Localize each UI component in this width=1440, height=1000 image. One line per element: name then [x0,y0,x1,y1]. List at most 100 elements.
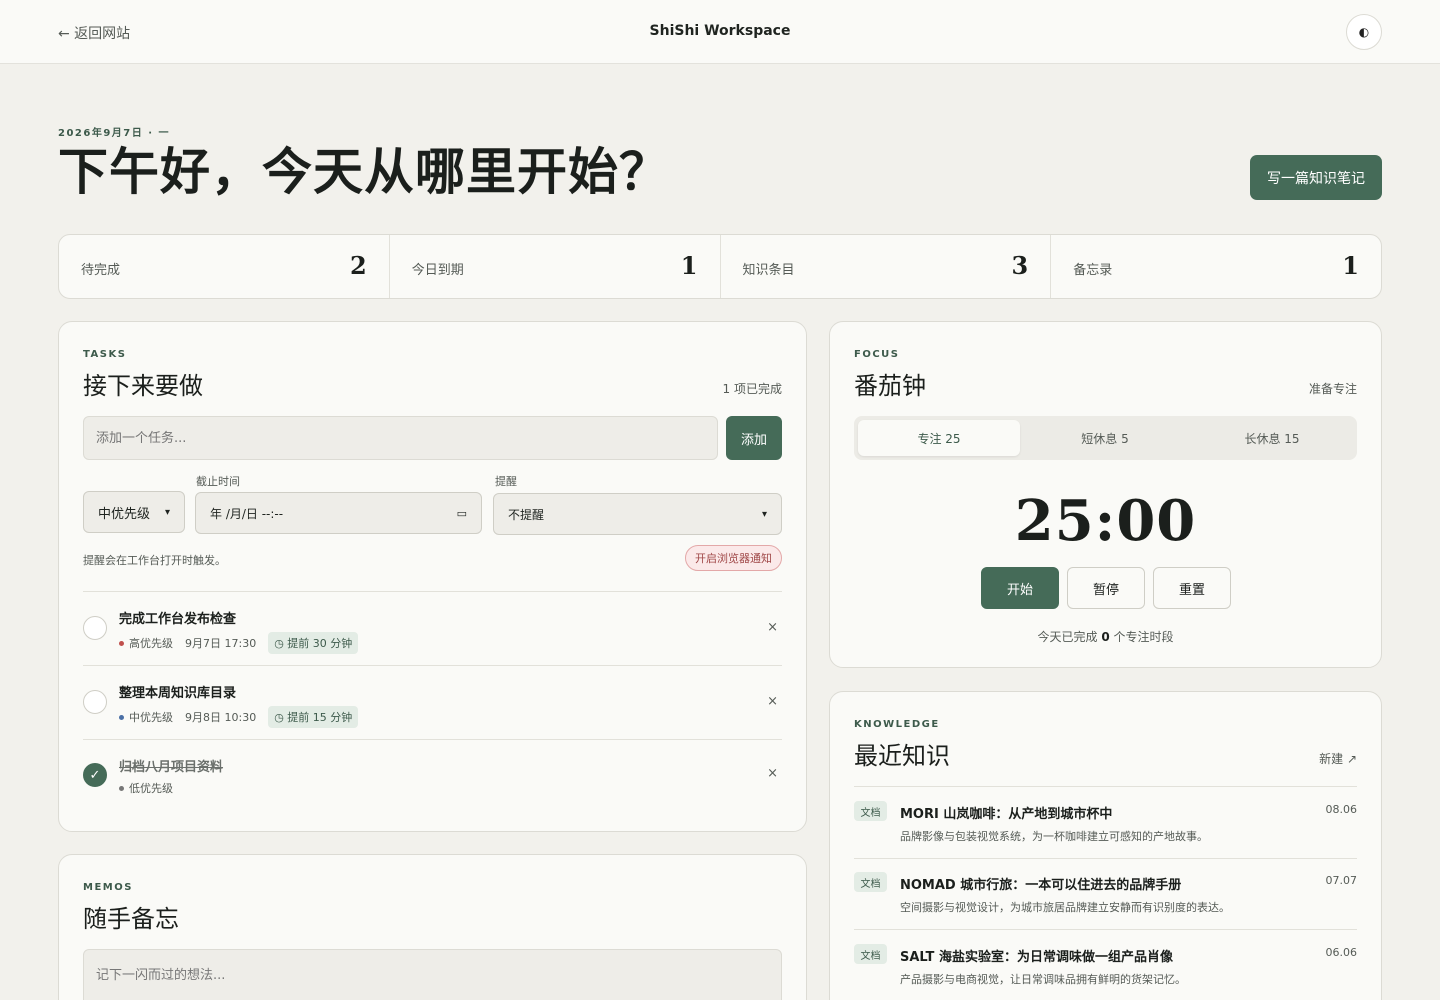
count-prefix: 今天已完成 [1037,630,1098,644]
reminder-select-value: 不提醒 [508,507,545,522]
stat-label: 备忘录 [1073,263,1113,278]
top-bar: ← 返回网站 ShiShi Workspace ◐ [0,0,1440,64]
priority-dot [119,785,124,791]
task-row: 整理本周知识库目录 中优先级 9月8日 10:30 ◷ 提前 15 分钟 × [83,666,782,740]
memos-card: MEMOS 随手备忘 记下一闪而过的想法... [58,854,807,1000]
app-title: ShiShi Workspace [649,23,791,39]
theme-toggle-button[interactable]: ◐ [1346,14,1382,50]
knowledge-item[interactable]: 文档 MORI 山岚咖啡：从产地到城市杯中 品牌影像与包装视觉系统，为一杯咖啡建… [854,787,1357,859]
knowledge-item-desc: 品牌影像与包装视觉系统，为一杯咖啡建立可感知的产地故事。 [900,830,1208,843]
knowledge-item-title[interactable]: MORI 山岚咖啡：从产地到城市杯中 [900,803,1112,822]
contrast-icon: ◐ [1358,25,1370,39]
knowledge-item-title[interactable]: NOMAD 城市行旅：一本可以住进去的品牌手册 [900,874,1181,893]
task-priority: 中优先级 [129,711,173,724]
knowledge-item-date: 07.07 [1325,874,1358,887]
delete-task-button[interactable]: × [767,620,778,635]
focus-sessions-count: 今天已完成 0 个专注时段 [830,628,1381,645]
doc-tag: 文档 [854,872,887,892]
focus-eyebrow: FOCUS [854,349,900,360]
knowledge-eyebrow: KNOWLEDGE [854,719,940,730]
enable-notifications-button[interactable]: 开启浏览器通知 [685,545,782,571]
task-checkbox[interactable] [83,690,107,714]
start-button[interactable]: 开始 [981,567,1059,609]
stat-value: 3 [1011,251,1029,280]
stat-pending: 待完成 2 [59,235,390,298]
chevron-down-icon: ▾ [761,508,767,520]
stat-knowledge: 知识条目 3 [721,235,1052,298]
task-row: ✓ 归档八月项目资料 低优先级 × [83,740,782,814]
count-suffix: 个专注时段 [1113,630,1174,644]
stat-label: 知识条目 [742,263,795,278]
date-line: 2026年9月7日 · 一 [58,128,171,139]
new-knowledge-link[interactable]: 新建 ↗ [1319,750,1357,767]
delete-task-button[interactable]: × [767,694,778,709]
priority-select[interactable]: 中优先级 ▾ [83,491,185,533]
task-title: 完成工作台发布检查 [119,612,237,627]
focus-card: FOCUS 番茄钟 准备专注 专注 25 短休息 5 长休息 15 25:00 … [829,321,1382,668]
tasks-completed-count: 1 项已完成 [722,382,782,396]
task-title: 整理本周知识库目录 [119,686,237,701]
tasks-card: TASKS 接下来要做 1 项已完成 添加 中优先级 ▾ 截止时间 年 /月/日… [58,321,807,832]
knowledge-title: 最近知识 [854,742,950,770]
knowledge-item-title[interactable]: SALT 海盐实验室：为日常调味做一组产品肖像 [900,946,1173,965]
task-title: 归档八月项目资料 [119,760,224,775]
task-due-time: 9月8日 10:30 [185,711,257,724]
stat-label: 今日到期 [411,263,464,278]
knowledge-item-desc: 产品摄影与电商视觉，让日常调味品拥有鲜明的货架记忆。 [900,973,1186,986]
tab-focus-25[interactable]: 专注 25 [858,420,1020,456]
task-reminder-badge: ◷ 提前 15 分钟 [268,706,359,728]
reminder-select[interactable]: 不提醒 ▾ [493,493,782,535]
knowledge-item-desc: 空间摄影与视觉设计，为城市旅居品牌建立安静而有识别度的表达。 [900,901,1230,914]
priority-dot [119,640,124,646]
greeting-heading: 下午好，今天从哪里开始？ [58,142,670,201]
deadline-label: 截止时间 [196,475,240,488]
pause-button[interactable]: 暂停 [1067,567,1145,609]
task-meta: 中优先级 9月8日 10:30 ◷ 提前 15 分钟 [119,706,359,728]
task-due-time: 9月7日 17:30 [185,637,257,650]
memo-input[interactable]: 记下一闪而过的想法... [83,949,782,1000]
doc-tag: 文档 [854,801,887,821]
timer-mode-tabs: 专注 25 短休息 5 长休息 15 [854,416,1357,460]
deadline-input[interactable]: 年 /月/日 --:-- ▭ [195,492,482,534]
task-checkbox-checked[interactable]: ✓ [83,763,107,787]
knowledge-item[interactable]: 文档 SALT 海盐实验室：为日常调味做一组产品肖像 产品摄影与电商视觉，让日常… [854,930,1357,1000]
knowledge-card: KNOWLEDGE 最近知识 新建 ↗ 文档 MORI 山岚咖啡：从产地到城市杯… [829,691,1382,1000]
memos-title: 随手备忘 [83,905,179,933]
knowledge-item-date: 08.06 [1325,803,1358,816]
tab-long-break[interactable]: 长休息 15 [1191,420,1353,456]
timer-display: 25:00 [1014,488,1197,554]
tab-short-break[interactable]: 短休息 5 [1024,420,1186,456]
chevron-down-icon: ▾ [164,506,170,518]
tasks-eyebrow: TASKS [83,349,127,360]
deadline-placeholder: 年 /月/日 --:-- [210,506,284,521]
focus-status: 准备专注 [1308,382,1357,396]
task-checkbox[interactable] [83,616,107,640]
write-note-button[interactable]: 写一篇知识笔记 [1250,155,1382,200]
task-meta: 低优先级 [119,780,173,796]
task-meta: 高优先级 9月7日 17:30 ◷ 提前 30 分钟 [119,632,359,654]
stat-due-today: 今日到期 1 [390,235,721,298]
knowledge-item[interactable]: 文档 NOMAD 城市行旅：一本可以住进去的品牌手册 空间摄影与视觉设计，为城市… [854,858,1357,930]
reminder-label: 提醒 [495,475,517,488]
memos-eyebrow: MEMOS [83,882,133,893]
stats-bar: 待完成 2 今日到期 1 知识条目 3 备忘录 1 [58,234,1382,299]
checkmark-icon: ✓ [89,767,101,783]
focus-title: 番茄钟 [854,372,926,400]
knowledge-item-date: 06.06 [1325,946,1358,959]
delete-task-button[interactable]: × [767,766,778,781]
reminder-hint: 提醒会在工作台打开时触发。 [83,554,226,567]
doc-tag: 文档 [854,944,887,964]
task-priority: 高优先级 [129,637,173,650]
task-input[interactable] [83,416,718,460]
stat-label: 待完成 [81,263,121,278]
task-priority: 低优先级 [129,782,173,795]
reset-button[interactable]: 重置 [1153,567,1231,609]
stat-value: 2 [350,251,367,280]
priority-dot [119,714,124,720]
priority-select-value: 中优先级 [98,506,151,522]
add-task-button[interactable]: 添加 [726,416,782,460]
stat-memos: 备忘录 1 [1051,235,1381,298]
task-reminder-badge: ◷ 提前 30 分钟 [268,632,359,654]
stat-value: 1 [1342,251,1359,280]
tasks-title: 接下来要做 [83,372,203,400]
